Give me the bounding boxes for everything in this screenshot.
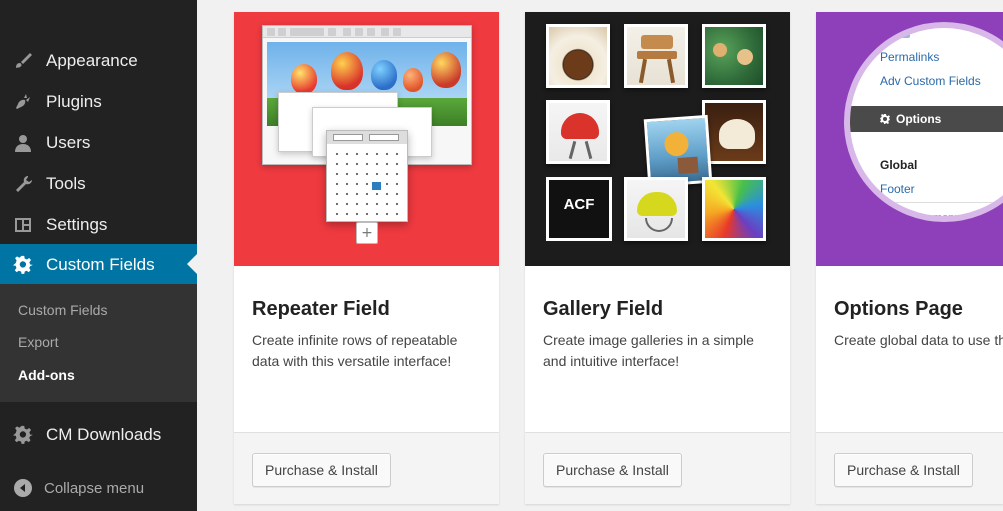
purchase-install-button[interactable]: Purchase & Install (834, 453, 973, 487)
active-menu-arrow (187, 254, 197, 274)
preview-menu-highlight: Options (896, 112, 942, 126)
submenu-item-export[interactable]: Export (18, 334, 58, 350)
sidebar-item-label: CM Downloads (46, 424, 162, 444)
gear-icon (12, 254, 34, 276)
gallery-thumb-cupcake (546, 24, 610, 88)
settings-grid-icon (12, 214, 34, 236)
submenu-item-custom-fields[interactable]: Custom Fields (18, 302, 107, 318)
preview-submenu-item: Footer (880, 182, 915, 196)
acf-logo-tile: ACF (546, 177, 612, 241)
preview-submenu-item: Global (880, 158, 918, 172)
card-title: Repeater Field (252, 298, 390, 320)
gallery-thumb-yellow-chair (624, 177, 688, 241)
submenu-item-add-ons[interactable]: Add-ons (18, 367, 75, 383)
collapse-arrow-icon (14, 479, 32, 497)
addon-card-repeater: + Repeater Field Create infinite rows of… (234, 12, 499, 504)
purchase-install-button[interactable]: Purchase & Install (543, 453, 682, 487)
collapse-menu-label: Collapse menu (44, 479, 145, 497)
sidebar-item-label: Custom Fields (46, 254, 155, 274)
sidebar-item-settings[interactable]: Settings (0, 204, 197, 245)
sidebar-item-users[interactable]: Users (0, 122, 197, 163)
sidebar-item-label: Plugins (46, 91, 102, 111)
wrench-icon (12, 173, 34, 195)
sidebar-item-label: Tools (46, 173, 86, 193)
preview-menu-item: Permalinks (880, 50, 940, 64)
user-icon (12, 132, 34, 154)
sidebar-item-custom-fields[interactable]: Custom Fields (0, 244, 197, 285)
sidebar-item-label: Appearance (46, 50, 138, 70)
collapse-menu-button[interactable]: Collapse menu (0, 470, 197, 506)
card-description: Create infinite rows of repeatable data … (252, 332, 458, 369)
card-footer: Purchase & Install (234, 432, 499, 504)
gallery-thumb-rainbow (702, 177, 766, 241)
card-title: Gallery Field (543, 298, 664, 320)
card-description: Create global data to use throughout you… (834, 332, 1003, 348)
sidebar-item-label: Settings (46, 214, 108, 234)
paintbrush-icon (12, 50, 34, 72)
plug-icon (12, 91, 34, 113)
sidebar-item-label: Users (46, 132, 91, 152)
card-footer: Purchase & Install (525, 432, 790, 504)
card-description: Create image galleries in a simple and i… (543, 332, 754, 369)
sidebar-item-cm-downloads[interactable]: CM Downloads (0, 414, 197, 455)
gallery-thumb-chair (624, 24, 688, 88)
acf-logo-text: ACF (563, 196, 595, 213)
gallery-thumb-red-chair (546, 100, 610, 164)
sidebar-item-cut-off[interactable] (0, 0, 197, 22)
add-row-icon: + (356, 222, 378, 244)
card-title: Options Page (834, 298, 963, 320)
sidebar-item-appearance[interactable]: Appearance (0, 40, 197, 81)
sidebar-item-plugins[interactable]: Plugins (0, 81, 197, 122)
preview-menu-item: Adv Custom Fields (880, 74, 981, 88)
addon-card-gallery: ACF Gallery Field Create image galleries… (525, 12, 790, 504)
addon-card-options: Permalinks Adv Custom Fields Options Glo… (816, 12, 1003, 504)
options-page-illustration: Permalinks Adv Custom Fields Options Glo… (816, 12, 1003, 266)
admin-sidebar: Appearance Plugins Users Tools Settings … (0, 0, 197, 511)
gear-icon (880, 114, 890, 124)
gallery-thumb-dessert (702, 100, 766, 164)
gear-icon (12, 424, 34, 446)
gallery-field-illustration: ACF (525, 12, 790, 266)
repeater-field-illustration: + (234, 12, 499, 266)
date-picker-preview (326, 130, 408, 222)
card-footer: Purchase & Install (816, 432, 1003, 504)
sidebar-submenu: Custom Fields Export Add-ons (0, 284, 197, 402)
sidebar-item-tools[interactable]: Tools (0, 163, 197, 204)
purchase-install-button[interactable]: Purchase & Install (252, 453, 391, 487)
gallery-thumb-toys (702, 24, 766, 88)
